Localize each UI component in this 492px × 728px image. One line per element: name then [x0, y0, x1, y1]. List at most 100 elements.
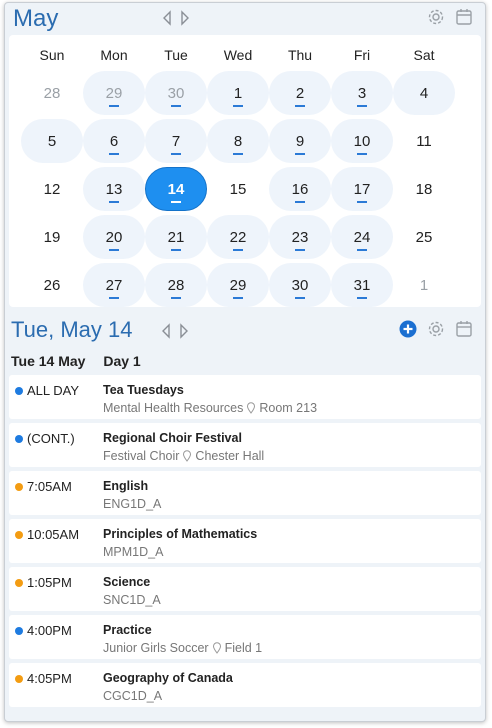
event-indicator [295, 249, 305, 251]
chevron-left-icon[interactable] [162, 10, 172, 26]
event-indicator [357, 153, 367, 155]
day-cell[interactable]: 22 [207, 213, 269, 261]
day-cell[interactable]: 29 [207, 261, 269, 309]
day-number: 31 [353, 276, 371, 294]
calendar-icon[interactable] [455, 8, 473, 26]
month-header-actions [427, 8, 473, 26]
day-cell[interactable]: 26 [21, 261, 83, 309]
day-number: 7 [171, 132, 181, 150]
day-cell[interactable]: 23 [269, 213, 331, 261]
day-cell[interactable]: 8 [207, 117, 269, 165]
day-cell[interactable]: 29 [83, 69, 145, 117]
day-cell[interactable]: 24 [331, 213, 393, 261]
weekday-header: Sun Mon Tue Wed Thu Fri Sat [9, 47, 481, 63]
day-cell[interactable]: 3 [331, 69, 393, 117]
event-indicator [233, 105, 243, 107]
day-cell[interactable]: 2 [269, 69, 331, 117]
event-indicator [109, 105, 119, 107]
event-indicator [109, 249, 119, 251]
day-number: 19 [43, 228, 61, 246]
day-cell[interactable]: 1 [207, 69, 269, 117]
day-cell-selected[interactable]: 14 [145, 165, 207, 213]
day-cell[interactable]: 31 [331, 261, 393, 309]
add-circle-icon[interactable] [399, 320, 417, 338]
event-location: Room 213 [259, 401, 318, 415]
day-cell[interactable]: 20 [83, 213, 145, 261]
day-cell[interactable]: 28 [145, 261, 207, 309]
weekday-label: Fri [353, 47, 371, 63]
event-detail: ENG1D_A [103, 497, 162, 511]
day-grid: 28 29 30 1 2 3 4 5 6 7 8 9 10 11 12 13 14 15 16 17 18 19 20 21 2… [21, 69, 455, 309]
day-number: 27 [105, 276, 123, 294]
week-row: 12 13 14 15 16 17 18 [21, 165, 455, 213]
day-number: 30 [291, 276, 309, 294]
day-cell[interactable]: 25 [393, 213, 455, 261]
gear-icon[interactable] [427, 8, 445, 26]
day-cell[interactable]: 12 [21, 165, 83, 213]
day-cell[interactable]: 5 [21, 117, 83, 165]
day-date-label: Tue 14 May [11, 353, 86, 369]
day-cell[interactable]: 28 [21, 69, 83, 117]
event-color-dot [15, 435, 23, 443]
day-number: 6 [109, 132, 119, 150]
day-cell[interactable]: 30 [145, 69, 207, 117]
day-number: 29 [105, 84, 123, 102]
day-cell[interactable]: 6 [83, 117, 145, 165]
day-cell[interactable]: 19 [21, 213, 83, 261]
map-pin-icon [182, 450, 192, 462]
calendar-icon[interactable] [455, 320, 473, 338]
gear-icon[interactable] [427, 320, 445, 338]
day-nav [161, 323, 189, 339]
event-title: Science [103, 575, 151, 589]
day-number: 30 [167, 84, 185, 102]
event-item[interactable]: 4:05PM Geography of Canada CGC1D_A [9, 663, 481, 707]
rotation-day-label: Day 1 [103, 353, 141, 369]
event-indicator [357, 297, 367, 299]
day-cell[interactable]: 21 [145, 213, 207, 261]
day-cell[interactable]: 11 [393, 117, 455, 165]
event-location: Chester Hall [195, 449, 265, 463]
event-color-dot [15, 483, 23, 491]
event-time: (CONT.) [27, 431, 75, 446]
day-cell[interactable]: 13 [83, 165, 145, 213]
day-cell[interactable]: 30 [269, 261, 331, 309]
event-item[interactable]: (CONT.) Regional Choir Festival Festival C… [9, 423, 481, 467]
day-cell[interactable]: 18 [393, 165, 455, 213]
event-item[interactable]: 10:05AM Principles of Mathematics MPM1D_A [9, 519, 481, 563]
week-row: 26 27 28 29 30 31 1 [21, 261, 455, 309]
event-location: Field 1 [224, 641, 263, 655]
day-number: 5 [47, 132, 57, 150]
event-indicator [295, 105, 305, 107]
day-cell[interactable]: 27 [83, 261, 145, 309]
event-indicator [109, 153, 119, 155]
event-indicator [109, 201, 119, 203]
event-time: ALL DAY [27, 383, 80, 398]
day-cell[interactable]: 15 [207, 165, 269, 213]
day-cell[interactable]: 17 [331, 165, 393, 213]
day-number: 1 [419, 276, 429, 294]
event-item[interactable]: 4:00PM Practice Junior Girls Soccer Field 1 [9, 615, 481, 659]
day-number: 17 [353, 180, 371, 198]
day-cell[interactable]: 16 [269, 165, 331, 213]
event-time: 4:00PM [27, 623, 72, 638]
month-header: May [5, 3, 485, 35]
event-title: English [103, 479, 149, 493]
chevron-right-icon[interactable] [180, 10, 190, 26]
event-title: Regional Choir Festival [103, 431, 242, 445]
day-cell[interactable]: 7 [145, 117, 207, 165]
event-subtitle: ENG1D_A [103, 497, 161, 511]
event-indicator [233, 249, 243, 251]
day-cell[interactable]: 1 [393, 261, 455, 309]
day-number: 22 [229, 228, 247, 246]
event-item[interactable]: 7:05AM English ENG1D_A [9, 471, 481, 515]
day-number: 16 [291, 180, 309, 198]
day-cell[interactable]: 9 [269, 117, 331, 165]
event-item[interactable]: 1:05PM Science SNC1D_A [9, 567, 481, 611]
chevron-right-icon[interactable] [179, 323, 189, 339]
chevron-left-icon[interactable] [161, 323, 171, 339]
event-list: ALL DAY Tea Tuesdays Mental Health Resourc… [9, 375, 481, 711]
event-item[interactable]: ALL DAY Tea Tuesdays Mental Health Resourc… [9, 375, 481, 419]
week-row: 19 20 21 22 23 24 25 [21, 213, 455, 261]
day-cell[interactable]: 4 [393, 69, 455, 117]
day-cell[interactable]: 10 [331, 117, 393, 165]
